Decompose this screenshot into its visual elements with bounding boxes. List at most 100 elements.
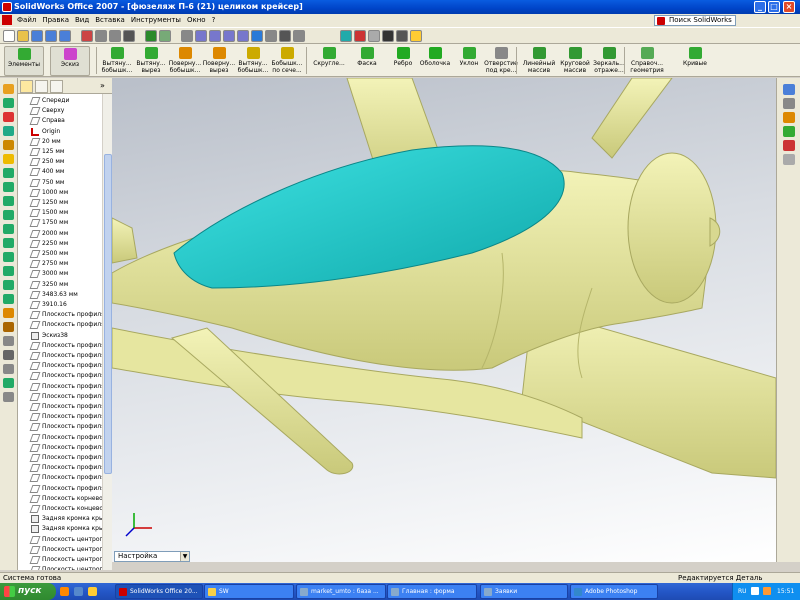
- extruded-cut-button[interactable]: Вытяну... вырез: [132, 46, 170, 76]
- quick-launch-icon[interactable]: [88, 587, 97, 596]
- menu-item[interactable]: ?: [209, 14, 219, 27]
- tool-icon[interactable]: [3, 336, 14, 346]
- help-icon[interactable]: [410, 30, 422, 42]
- swept-boss-button[interactable]: Вытяну... бобышк...: [234, 46, 272, 76]
- tree-item[interactable]: 1000 мм: [18, 188, 102, 198]
- menu-item[interactable]: Окно: [184, 14, 209, 27]
- tool-icon[interactable]: [3, 154, 14, 164]
- zoom-area-icon[interactable]: [195, 30, 207, 42]
- tree-item[interactable]: Эскиз38: [18, 331, 102, 341]
- shell-button[interactable]: Оболочка: [416, 46, 454, 76]
- menu-item[interactable]: Инструменты: [128, 14, 184, 27]
- minimize-button[interactable]: _: [754, 1, 766, 13]
- appearance-icon[interactable]: [354, 30, 366, 42]
- tool-icon[interactable]: [3, 294, 14, 304]
- tool-icon[interactable]: [3, 182, 14, 192]
- tree-item[interactable]: Плоскость профиля: [18, 351, 102, 361]
- search-box[interactable]: Поиск SolidWorks: [654, 15, 736, 26]
- tree-item[interactable]: 2000 мм: [18, 229, 102, 239]
- task-pane-icon[interactable]: [783, 126, 795, 137]
- tree-item[interactable]: Плоскость профиля: [18, 453, 102, 463]
- task-pane-icon[interactable]: [783, 140, 795, 151]
- tree-item[interactable]: 3250 мм: [18, 280, 102, 290]
- taskbar-button[interactable]: market_umto : база ...: [296, 584, 386, 599]
- open-icon[interactable]: [17, 30, 29, 42]
- maximize-button[interactable]: □: [768, 1, 780, 13]
- expand-icon[interactable]: »: [100, 81, 105, 90]
- tree-item[interactable]: Плоскость профиля: [18, 463, 102, 473]
- tree-item[interactable]: Плоскость центропл: [18, 565, 102, 570]
- task-pane-icon[interactable]: [783, 154, 795, 165]
- section-view-icon[interactable]: [293, 30, 305, 42]
- tool-icon[interactable]: [3, 112, 14, 122]
- scene-icon[interactable]: [368, 30, 380, 42]
- hide-show-icon[interactable]: [340, 30, 352, 42]
- rotate-icon[interactable]: [237, 30, 249, 42]
- tree-item[interactable]: Плоскость профиля: [18, 412, 102, 422]
- tree-item[interactable]: Задняя кромка кры: [18, 524, 102, 534]
- tree-item[interactable]: Origin: [18, 127, 102, 137]
- taskbar-button[interactable]: Заявки: [480, 584, 568, 599]
- tree-item[interactable]: 2500 мм: [18, 249, 102, 259]
- chamfer-button[interactable]: Фаска: [348, 46, 386, 76]
- graphics-area[interactable]: [112, 78, 776, 562]
- revolved-boss-button[interactable]: Поверну... бобышк...: [166, 46, 204, 76]
- quick-launch-icon[interactable]: [60, 587, 69, 596]
- task-pane-icon[interactable]: [783, 98, 795, 109]
- tree-item[interactable]: Плоскость профиля: [18, 361, 102, 371]
- tree-item[interactable]: 3910.16: [18, 300, 102, 310]
- tool-icon[interactable]: [3, 140, 14, 150]
- tree-item[interactable]: Плоскость центропл: [18, 545, 102, 555]
- tool-icon[interactable]: [3, 126, 14, 136]
- tool-icon[interactable]: [3, 322, 14, 332]
- display-style-icon[interactable]: [279, 30, 291, 42]
- loft-boss-button[interactable]: Бобышк... по сече...: [268, 46, 306, 76]
- start-button[interactable]: пуск: [0, 583, 56, 600]
- tree-item[interactable]: Плоскость профиля: [18, 310, 102, 320]
- tool-icon[interactable]: [3, 308, 14, 318]
- tree-item[interactable]: Плоскость профиля: [18, 473, 102, 483]
- menu-item[interactable]: Вид: [72, 14, 92, 27]
- tree-item[interactable]: 1750 мм: [18, 218, 102, 228]
- tree-item[interactable]: 1500 мм: [18, 208, 102, 218]
- grid-icon[interactable]: [159, 30, 171, 42]
- property-manager-tab[interactable]: [35, 80, 48, 93]
- menu-item[interactable]: Вставка: [92, 14, 128, 27]
- save-icon[interactable]: [31, 30, 43, 42]
- tool-icon[interactable]: [3, 84, 14, 94]
- options-icon[interactable]: [109, 30, 121, 42]
- zoom-in-icon[interactable]: [209, 30, 221, 42]
- menu-item[interactable]: Правка: [39, 14, 72, 27]
- configuration-manager-tab[interactable]: [50, 80, 63, 93]
- taskbar-button[interactable]: SW: [204, 584, 294, 599]
- tree-item[interactable]: Плоскость профиля: [18, 484, 102, 494]
- tree-item[interactable]: Плоскость центропл: [18, 535, 102, 545]
- tool-icon[interactable]: [3, 350, 14, 360]
- undo-icon[interactable]: [81, 30, 93, 42]
- tool-icon[interactable]: [3, 266, 14, 276]
- tray-icon[interactable]: [751, 587, 759, 595]
- sketch-button[interactable]: Эскиз: [50, 46, 90, 76]
- standard-views-icon[interactable]: [265, 30, 277, 42]
- reference-geometry-button[interactable]: Справоч... геометрия: [628, 46, 666, 76]
- linear-pattern-button[interactable]: Линейный массив: [520, 46, 558, 76]
- taskbar-button[interactable]: Adobe Photoshop: [570, 584, 658, 599]
- tool-icon[interactable]: [3, 238, 14, 248]
- tree-item[interactable]: Плоскость профиля: [18, 443, 102, 453]
- menu-item[interactable]: Файл: [14, 14, 39, 27]
- tree-item[interactable]: Задняя кромка кры: [18, 514, 102, 524]
- search-input[interactable]: Поиск SolidWorks: [669, 16, 732, 24]
- tree-item[interactable]: Плоскость профиля: [18, 422, 102, 432]
- tree-item[interactable]: Плоскость концево: [18, 504, 102, 514]
- tree-item[interactable]: Плоскость профиля: [18, 402, 102, 412]
- tool-icon[interactable]: [3, 392, 14, 402]
- feature-tree-tab[interactable]: [20, 80, 33, 93]
- tool-icon[interactable]: [3, 280, 14, 290]
- tree-item[interactable]: 2250 мм: [18, 239, 102, 249]
- curves-button[interactable]: Кривые: [676, 46, 714, 76]
- select-icon[interactable]: [123, 30, 135, 42]
- tree-item[interactable]: 3483.63 мм: [18, 290, 102, 300]
- features-button[interactable]: Элементы: [4, 46, 44, 76]
- lines-icon[interactable]: [382, 30, 394, 42]
- tree-item[interactable]: 1250 мм: [18, 198, 102, 208]
